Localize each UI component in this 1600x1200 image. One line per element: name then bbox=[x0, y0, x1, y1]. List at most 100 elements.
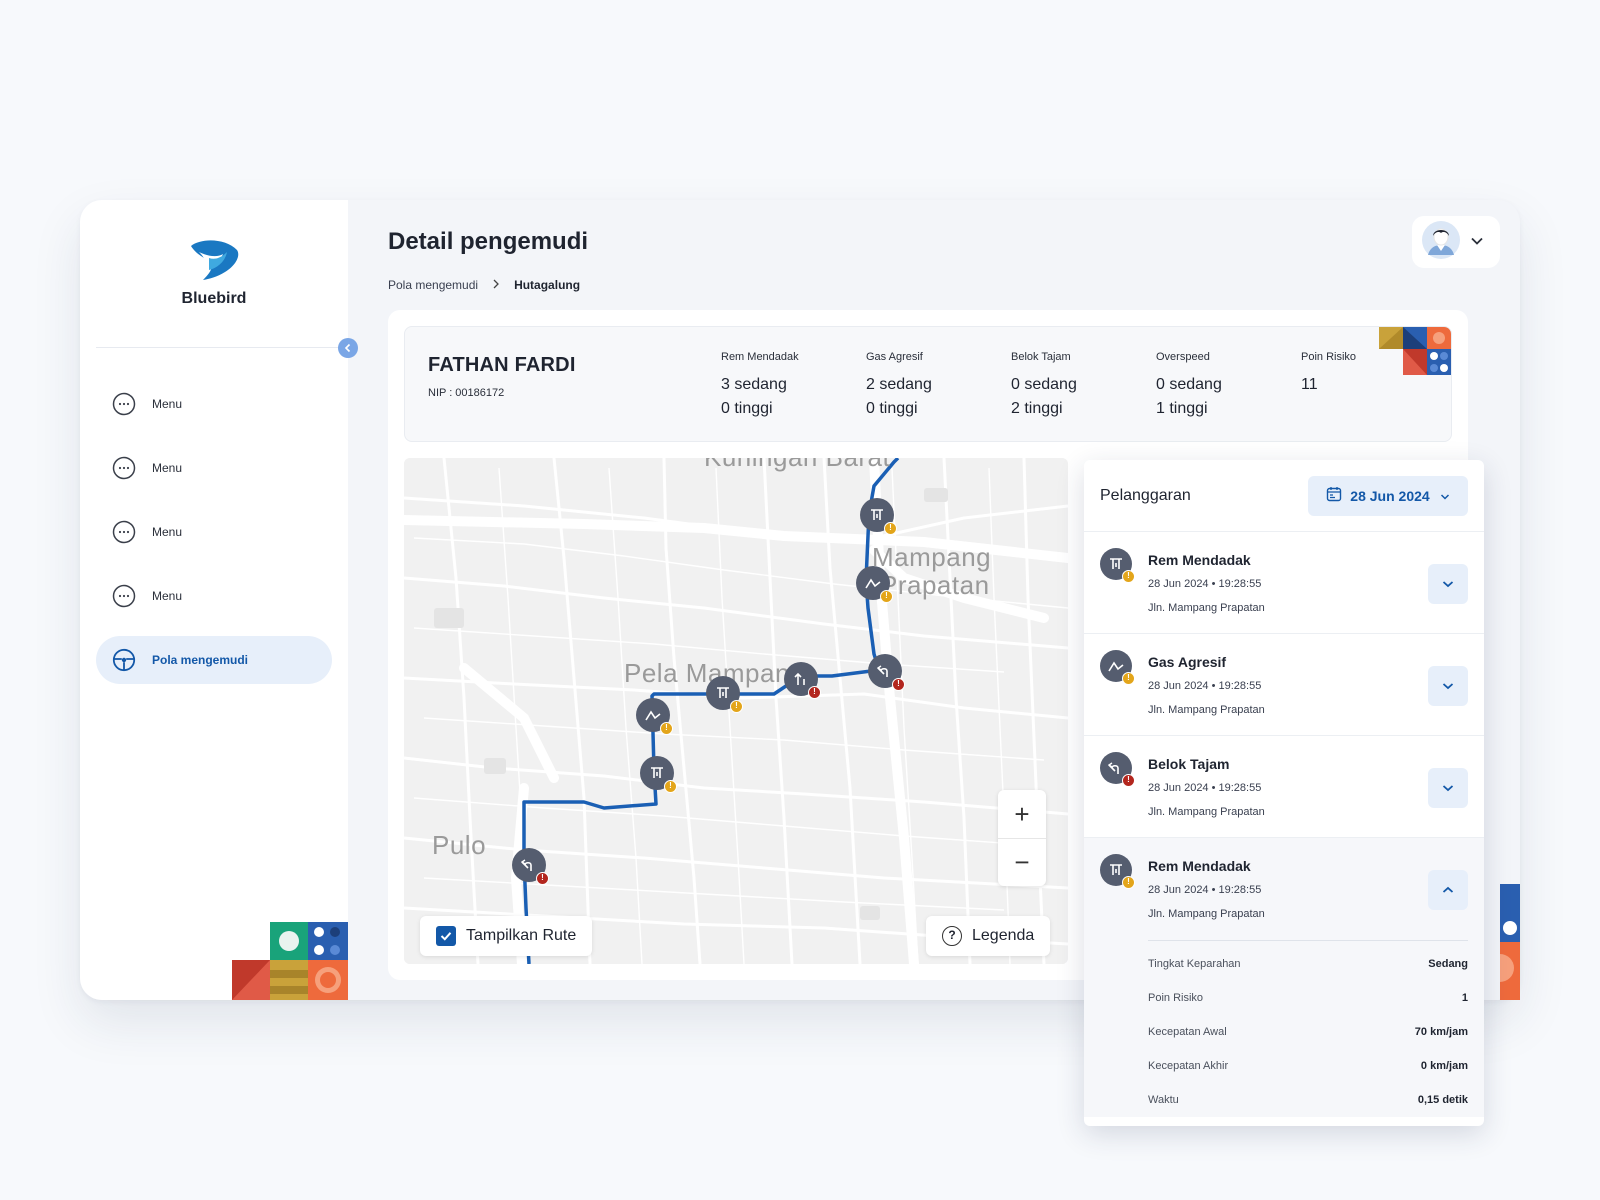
zoom-control: + − bbox=[998, 790, 1046, 886]
stat-value-sedang: 0 sedang bbox=[1011, 376, 1077, 393]
brake-event-marker[interactable]: ! bbox=[640, 756, 677, 793]
map-place-label: Prapatan bbox=[880, 570, 990, 600]
violation-type: Rem Mendadak bbox=[1148, 858, 1251, 874]
overspeed-event-marker[interactable]: ! bbox=[784, 662, 821, 699]
sharp-turn-event-marker[interactable]: ! bbox=[868, 654, 905, 691]
violation-item-expanded[interactable]: ! Rem Mendadak 28 Jun 2024 • 19:28:55 Jl… bbox=[1084, 838, 1484, 1117]
show-route-toggle[interactable]: Tampilkan Rute bbox=[420, 916, 593, 956]
violation-type: Rem Mendadak bbox=[1148, 552, 1251, 568]
brake-icon: ! bbox=[1100, 548, 1135, 583]
detail-key: Waktu bbox=[1148, 1094, 1179, 1106]
stat-label: Poin Risiko bbox=[1301, 351, 1357, 363]
stat-value-tinggi: 0 tinggi bbox=[721, 400, 773, 417]
brand-name: Bluebird bbox=[181, 290, 247, 307]
dots-circle-icon bbox=[112, 456, 136, 480]
violation-item[interactable]: ! Rem Mendadak 28 Jun 2024 • 19:28:55 Jl… bbox=[1084, 532, 1484, 634]
stat-label: Rem Mendadak bbox=[721, 351, 799, 363]
stat-value-tinggi: 1 tinggi bbox=[1156, 400, 1208, 417]
sharp-turn-event-marker[interactable]: ! bbox=[512, 848, 549, 885]
stat-value-sedang: 3 sedang bbox=[721, 376, 787, 393]
route-map[interactable]: Kuningan Barat Mampang Prapatan Pela Mam… bbox=[404, 458, 1068, 964]
stat-value-sedang: 2 sedang bbox=[866, 376, 932, 393]
danger-badge-icon: ! bbox=[536, 872, 549, 885]
warning-badge-icon: ! bbox=[730, 700, 743, 713]
dots-circle-icon bbox=[112, 520, 136, 544]
violation-time: 28 Jun 2024 • 19:28:55 bbox=[1148, 884, 1262, 896]
zoom-out-button[interactable]: − bbox=[998, 838, 1046, 886]
violation-item[interactable]: ! Belok Tajam 28 Jun 2024 • 19:28:55 Jln… bbox=[1084, 736, 1484, 838]
stat-value-sedang: 0 sedang bbox=[1156, 376, 1222, 393]
chevron-down-icon bbox=[1442, 581, 1454, 588]
warning-badge-icon: ! bbox=[664, 780, 677, 793]
stat-value: 11 bbox=[1301, 376, 1318, 393]
sharp-turn-icon: ! bbox=[1100, 752, 1135, 787]
sidebar-nav: Menu Menu Menu Menu Pola mengemudi bbox=[96, 380, 332, 700]
sidebar-item-menu-3[interactable]: Menu bbox=[96, 508, 332, 556]
decorative-pattern bbox=[1379, 327, 1451, 380]
violation-details: Tingkat Keparahan Sedang Poin Risiko 1 K… bbox=[1148, 940, 1468, 1117]
user-menu-button[interactable] bbox=[1412, 216, 1500, 268]
sidebar-item-pola-mengemudi[interactable]: Pola mengemudi bbox=[96, 636, 332, 684]
breadcrumb-link[interactable]: Pola mengemudi bbox=[388, 278, 478, 292]
help-circle-icon: ? bbox=[942, 926, 962, 946]
warning-badge-icon: ! bbox=[1122, 672, 1135, 685]
warning-badge-icon: ! bbox=[1122, 876, 1135, 889]
expand-button[interactable] bbox=[1428, 564, 1468, 604]
page-title: Detail pengemudi bbox=[388, 228, 589, 255]
detail-value: 0,15 detik bbox=[1417, 1094, 1468, 1106]
brake-event-marker[interactable]: ! bbox=[860, 498, 897, 535]
expand-button[interactable] bbox=[1428, 768, 1468, 808]
expand-button[interactable] bbox=[1428, 666, 1468, 706]
detail-row: Kecepatan Awal 70 km/jam bbox=[1148, 1015, 1468, 1049]
stat-label: Gas Agresif bbox=[866, 351, 923, 363]
breadcrumb: Pola mengemudi Hutagalung bbox=[388, 278, 580, 292]
detail-key: Tingkat Keparahan bbox=[1148, 958, 1241, 970]
danger-badge-icon: ! bbox=[808, 686, 821, 699]
detail-value: 70 km/jam bbox=[1414, 1026, 1468, 1038]
sidebar-collapse-button[interactable] bbox=[338, 338, 358, 358]
chevron-down-icon bbox=[1470, 233, 1484, 251]
sidebar-item-menu-2[interactable]: Menu bbox=[96, 444, 332, 492]
detail-key: Poin Risiko bbox=[1148, 992, 1204, 1004]
zoom-in-button[interactable]: + bbox=[998, 790, 1046, 838]
chevron-left-icon bbox=[344, 343, 351, 353]
brake-event-marker[interactable]: ! bbox=[706, 676, 743, 713]
legend-button[interactable]: ? Legenda bbox=[926, 916, 1051, 956]
stat-value-tinggi: 0 tinggi bbox=[866, 400, 918, 417]
sidebar-item-menu-1[interactable]: Menu bbox=[96, 380, 332, 428]
acceleration-event-marker[interactable]: ! bbox=[636, 698, 673, 735]
acceleration-event-marker[interactable]: ! bbox=[856, 566, 893, 603]
violations-header: Pelanggaran 28 Jun 2024 bbox=[1084, 460, 1484, 532]
driver-name: FATHAN FARDI bbox=[428, 354, 576, 376]
brake-icon bbox=[871, 509, 883, 520]
show-route-label: Tampilkan Rute bbox=[466, 927, 577, 944]
violation-time: 28 Jun 2024 • 19:28:55 bbox=[1148, 782, 1262, 794]
decorative-pattern bbox=[232, 922, 348, 1000]
brake-icon bbox=[651, 767, 663, 778]
stat-gas-agresif: Gas Agresif 2 sedang 0 tinggi bbox=[866, 351, 932, 421]
checkbox-checked-icon[interactable] bbox=[436, 926, 456, 946]
warning-badge-icon: ! bbox=[884, 522, 897, 535]
detail-value: 0 km/jam bbox=[1420, 1060, 1468, 1072]
calendar-icon bbox=[1326, 486, 1342, 505]
violations-panel: Pelanggaran 28 Jun 2024 ! Rem Mendadak 2… bbox=[1084, 460, 1484, 1126]
detail-key: Kecepatan Awal bbox=[1148, 1026, 1227, 1038]
stat-poin-risiko: Poin Risiko 11 bbox=[1301, 351, 1356, 397]
avatar bbox=[1422, 220, 1460, 264]
sharp-turn-icon bbox=[521, 859, 532, 871]
violation-item[interactable]: ! Gas Agresif 28 Jun 2024 • 19:28:55 Jln… bbox=[1084, 634, 1484, 736]
collapse-button[interactable] bbox=[1428, 870, 1468, 910]
warning-badge-icon: ! bbox=[1122, 570, 1135, 583]
violation-item-header: ! Rem Mendadak 28 Jun 2024 • 19:28:55 Jl… bbox=[1084, 838, 1484, 940]
legend-label: Legenda bbox=[972, 927, 1035, 944]
logo[interactable]: Bluebird bbox=[80, 236, 348, 308]
chevron-down-icon bbox=[1442, 683, 1454, 690]
detail-value: 1 bbox=[1461, 992, 1468, 1004]
detail-value: Sedang bbox=[1428, 958, 1468, 970]
sidebar-item-menu-4[interactable]: Menu bbox=[96, 572, 332, 620]
detail-row: Kecepatan Akhir 0 km/jam bbox=[1148, 1049, 1468, 1083]
acceleration-icon: ! bbox=[1100, 650, 1135, 685]
sidebar-item-label: Menu bbox=[152, 461, 183, 475]
breadcrumb-current: Hutagalung bbox=[514, 278, 581, 292]
date-picker-button[interactable]: 28 Jun 2024 bbox=[1308, 475, 1468, 516]
